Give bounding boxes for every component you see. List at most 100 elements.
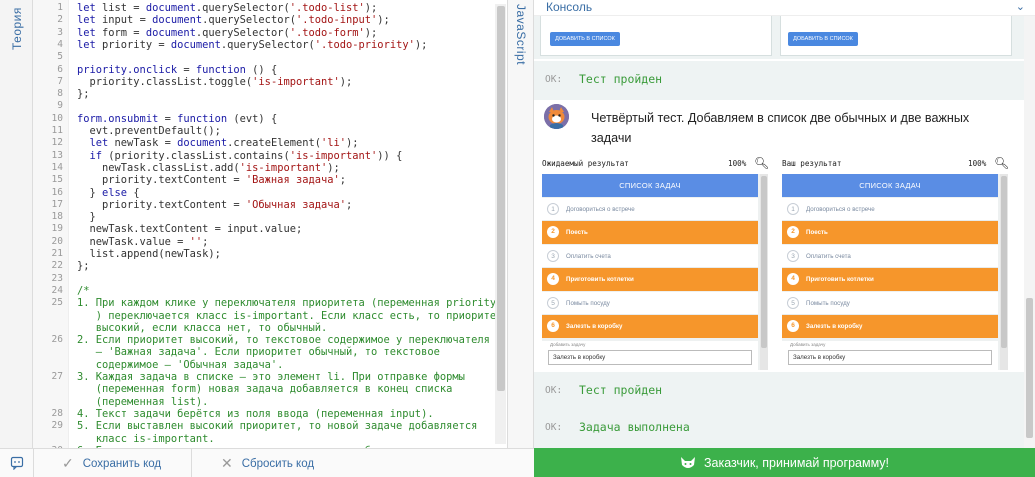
code-token: класс is-important. — [77, 432, 215, 445]
cat-logo-icon — [680, 456, 695, 468]
theory-tab[interactable]: Теория — [0, 0, 33, 448]
line-number: 3 — [57, 26, 63, 38]
code-line: list.append(newTask); — [77, 248, 221, 260]
code-line: 1. При каждом клике у переключателя прио… — [77, 297, 496, 309]
reset-code-button[interactable]: ✕ Сбросить код — [221, 449, 314, 477]
task-number-badge: 2 — [787, 226, 799, 239]
code-line: содержимое — 'Обычная задача'. — [77, 358, 284, 371]
task-label: Помыть посуду — [566, 299, 610, 307]
zoom-level: 100% — [968, 159, 987, 168]
previous-preview-cards: ДОБАВИТЬ В СПИСОК ДОБАВИТЬ В СПИСОК — [534, 16, 1024, 59]
preview-card-actual: ДОБАВИТЬ В СПИСОК — [780, 16, 1012, 56]
code-token: 'is-important' — [239, 161, 328, 174]
code-token: 1. При каждом клике у переключателя прио… — [77, 297, 497, 310]
add-task-label: Добавить задачу — [550, 342, 586, 347]
code-line: /* — [77, 285, 90, 297]
code-token: '.todo-priority' — [314, 38, 415, 51]
task-number-badge: 5 — [787, 296, 799, 309]
code-token: let — [77, 2, 103, 14]
code-token: .querySelector( — [195, 2, 290, 14]
code-token: '.todo-form' — [289, 26, 365, 39]
code-token: )) { — [377, 149, 403, 162]
task-result-text: Задача выполнена — [579, 420, 690, 434]
code-line: evt.preventDefault(); — [77, 125, 221, 137]
code-token: содержимое — 'Обычная задача'. — [77, 358, 284, 371]
code-token: ; — [346, 198, 353, 211]
todo-task-item: 6 Залезть в коробку — [782, 315, 998, 338]
code-token: newTask.classList.add( — [77, 161, 240, 174]
code-token: = — [177, 63, 196, 76]
save-code-label: Сохранить код — [82, 457, 162, 470]
line-number: 26 — [51, 334, 63, 346]
code-token: function — [177, 112, 228, 125]
code-token: ); — [377, 14, 390, 27]
code-line: } — [77, 211, 96, 223]
task-result-row: OK: Задача выполнена — [534, 409, 1024, 448]
code-line: let form = document.querySelector('.todo… — [77, 27, 377, 39]
code-token: priority.onclick — [77, 63, 178, 76]
toolbar-divider — [191, 449, 192, 477]
code-token: 'Обычная задача' — [245, 198, 346, 211]
chevron-down-icon[interactable]: ⌄ — [1016, 0, 1025, 13]
zoom-magnifier-icon[interactable]: 🔍︎ — [994, 156, 1009, 170]
expected-preview: СПИСОК ЗАДАЧ 1 Договориться о встрече 2 Поес… — [542, 174, 768, 370]
add-to-list-button: ДОБАВИТЬ В СПИСОК — [788, 32, 858, 46]
task-label: Поесть — [806, 229, 828, 237]
feedback-icon[interactable] — [10, 456, 24, 470]
close-icon: ✕ — [221, 455, 233, 471]
code-editor[interactable]: 1 let list = document.querySelector('.tod… — [33, 0, 507, 448]
app-root: Теория 1 let list = document.querySelecto… — [0, 0, 1035, 477]
code-token: ; — [339, 174, 347, 187]
code-token: '.todo-list' — [289, 2, 365, 14]
code-token: 3. Каждая задача в списке — это элемент … — [77, 371, 465, 383]
actual-preview: СПИСОК ЗАДАЧ 1 Договориться о встрече 2 Поес… — [782, 174, 1008, 370]
code-token: form = — [102, 26, 146, 39]
preview-scrollbar-thumb[interactable] — [761, 176, 767, 348]
todo-list-title: СПИСОК ЗАДАЧ — [782, 174, 998, 197]
code-token: .querySelector( — [195, 26, 290, 39]
task-label: Помыть посуду — [806, 299, 850, 307]
code-token: 2. Если приоритет высокий, то текстовое … — [77, 334, 490, 347]
code-token: } — [77, 186, 103, 199]
todo-task-item: 1 Договориться о встрече — [542, 198, 758, 221]
line-number: 15 — [51, 174, 63, 186]
add-task-label: Добавить задачу — [790, 342, 826, 347]
code-token: form.onsubmit — [77, 112, 159, 125]
ok-label: OK: — [545, 74, 563, 85]
line-number: 12 — [51, 137, 63, 149]
code-token: }; — [77, 260, 90, 273]
code-token: — 'Важная задача'. Если приоритет обычны… — [77, 346, 440, 359]
code-token: (переменная form) новая задача добавляет… — [77, 383, 453, 396]
code-line: if (priority.classList.contains('is-impo… — [77, 149, 403, 162]
code-line: }; — [77, 88, 90, 100]
editor-scrollbar-thumb[interactable] — [497, 6, 505, 391]
javascript-tab[interactable]: JavaScript — [507, 0, 534, 448]
code-token: ); — [339, 75, 353, 88]
code-line: } else { — [77, 187, 140, 199]
todo-task-item: 4 Приготовить котлетки — [542, 268, 758, 292]
code-line: (переменная list). — [77, 396, 209, 408]
code-line: let priority = document.querySelector('.… — [77, 39, 427, 51]
save-code-button[interactable]: ✓ Сохранить код — [62, 449, 161, 477]
code-token: priority.textContent = — [77, 198, 246, 211]
task-label: Оплатить счета — [806, 252, 851, 260]
code-line: newTask.classList.add('is-important'); — [77, 162, 340, 174]
code-line: класс is-important. — [77, 433, 215, 445]
code-token: document — [170, 38, 221, 51]
code-token: ); — [364, 2, 378, 14]
console-scrollbar-thumb[interactable] — [1026, 298, 1033, 438]
console-header[interactable]: Консоль ⌄ — [534, 0, 1035, 16]
line-number: 4 — [57, 38, 63, 50]
preview-scrollbar-thumb[interactable] — [1001, 176, 1007, 348]
todo-list-title: СПИСОК ЗАДАЧ — [542, 174, 758, 197]
code-token: (evt) { — [227, 112, 278, 125]
code-line: высокий, если класса нет, то обычный. — [77, 322, 327, 334]
line-number: 2 — [57, 14, 63, 26]
submit-program-button[interactable]: Заказчик, принимай программу! — [534, 448, 1035, 477]
zoom-magnifier-icon[interactable]: 🔍︎ — [754, 156, 769, 170]
panel-header: Ваш результат 100% 🔍︎ — [776, 156, 1009, 172]
code-token: evt.preventDefault(); — [77, 125, 221, 137]
code-token: document — [152, 14, 203, 27]
task-number-badge: 3 — [787, 249, 799, 262]
todo-app-preview: СПИСОК ЗАДАЧ 1 Договориться о встрече 2 Поес… — [542, 174, 758, 370]
